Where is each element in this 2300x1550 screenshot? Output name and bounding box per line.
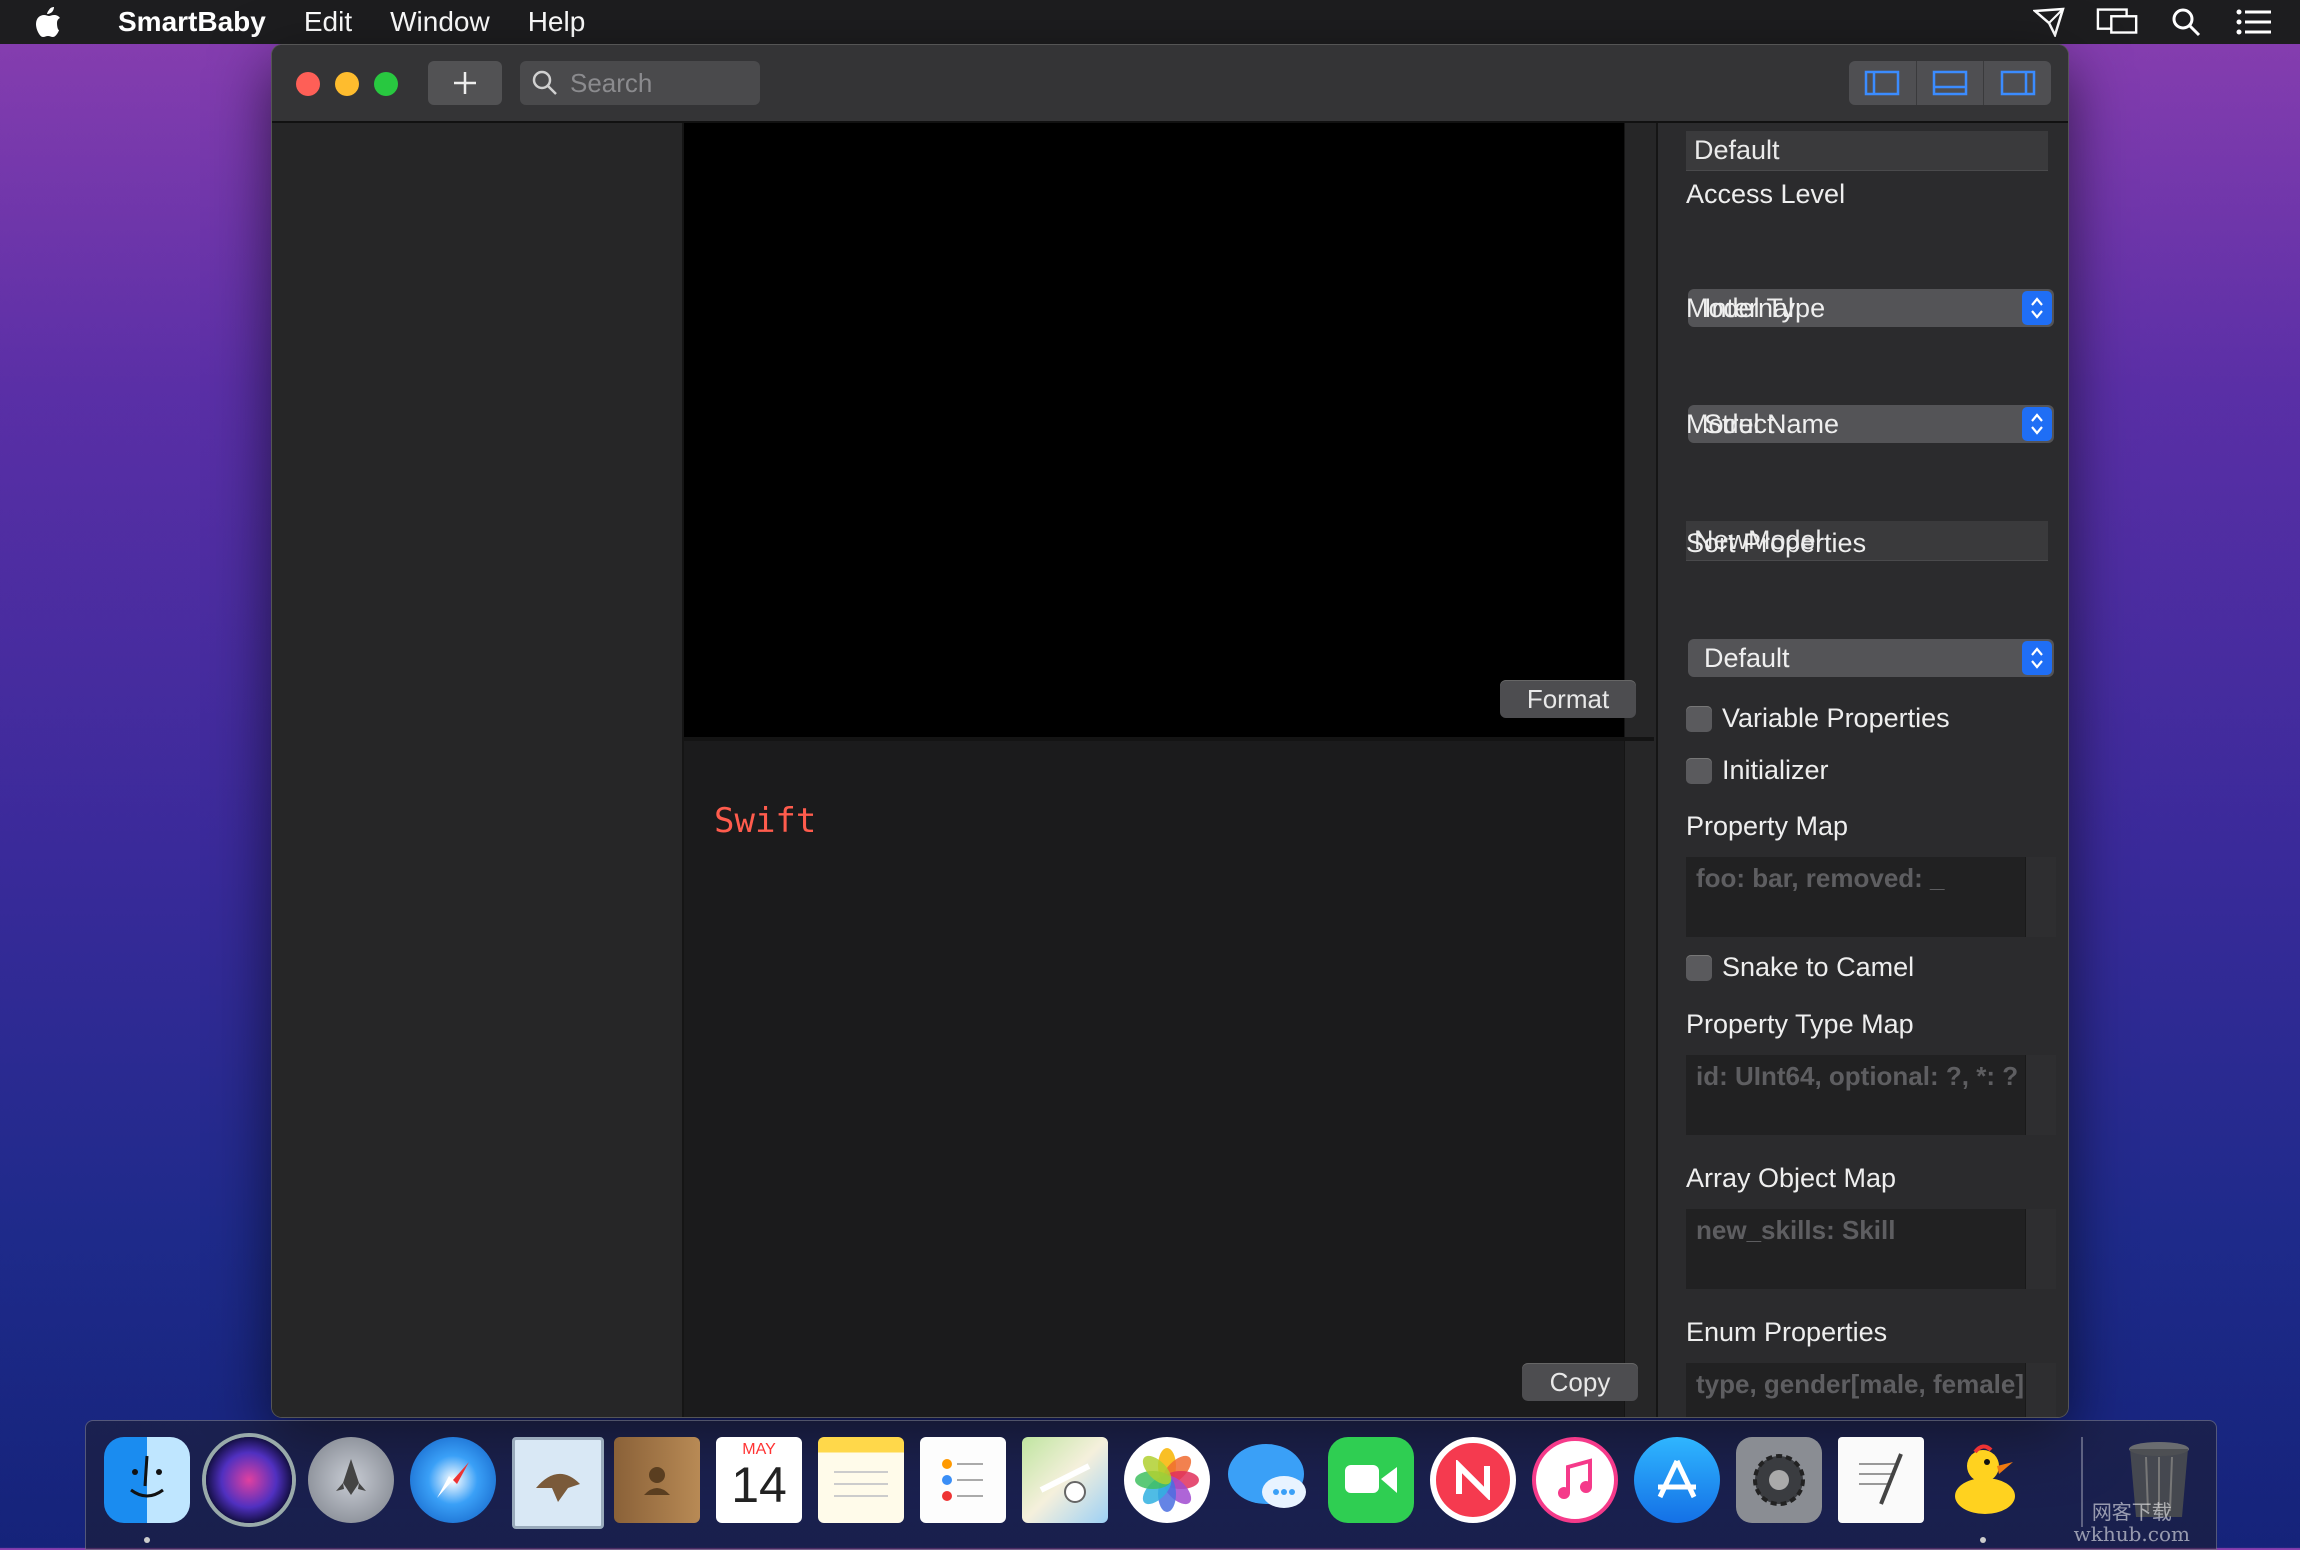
textarea-scrollbar[interactable] (2025, 1055, 2056, 1135)
finder-icon[interactable] (104, 1437, 190, 1523)
search-icon (532, 70, 557, 95)
toggle-left-panel-button[interactable] (1849, 61, 1917, 105)
toggle-right-panel-button[interactable] (1984, 61, 2051, 105)
siri-icon[interactable] (206, 1437, 292, 1523)
notes-icon[interactable] (818, 1437, 904, 1523)
property-map-placeholder: foo: bar, removed: _ (1696, 863, 1945, 893)
textarea-scrollbar[interactable] (2025, 1363, 2056, 1417)
textarea-scrollbar[interactable] (2025, 1209, 2056, 1289)
variable-properties-label: Variable Properties (1722, 703, 1950, 733)
input-editor-scrollbar[interactable] (1624, 123, 1655, 737)
property-type-map-textarea[interactable]: id: UInt64, optional: ?, *: ? (1686, 1055, 2056, 1135)
mail-icon[interactable] (512, 1437, 604, 1529)
itunes-icon[interactable] (1532, 1437, 1618, 1523)
swift-output-editor[interactable]: Swift (684, 741, 1624, 1417)
menu-app-name[interactable]: SmartBaby (118, 6, 266, 38)
spotlight-search-icon[interactable] (2164, 0, 2208, 44)
search-input[interactable] (568, 66, 752, 100)
menu-help[interactable]: Help (528, 6, 586, 38)
running-indicator (144, 1537, 150, 1543)
access-level-label: Access Level (1686, 179, 1846, 209)
sidebar (272, 123, 684, 1417)
toggle-bottom-panel-button[interactable] (1917, 61, 1985, 105)
panel-toggle-group (1849, 61, 2051, 105)
plus-icon (454, 72, 476, 94)
left-sidebar-icon (1865, 70, 1900, 96)
array-object-map-textarea[interactable]: new_skills: Skill (1686, 1209, 2056, 1289)
property-map-textarea[interactable]: foo: bar, removed: _ (1686, 857, 2056, 937)
property-map-label: Property Map (1686, 811, 1849, 841)
initializer-checkbox[interactable]: Initializer (1686, 755, 1829, 786)
cyberduck-icon[interactable] (1940, 1437, 2026, 1523)
app-window: Format Swift Copy Default Access Level I… (272, 45, 2068, 1417)
up-down-chevron-icon (2022, 641, 2052, 675)
calendar-icon[interactable]: MAY 14 (716, 1437, 802, 1523)
default-field[interactable]: Default (1686, 131, 2048, 171)
output-editor-scrollbar[interactable] (1624, 741, 1655, 1417)
facetime-icon[interactable] (1328, 1437, 1414, 1523)
model-name-label: Model Name (1686, 409, 1840, 439)
watermark-line-1: 网客下载 (2091, 1500, 2172, 1524)
enum-properties-label: Enum Properties (1686, 1317, 1888, 1347)
enum-properties-placeholder: type, gender[male, female] (1696, 1369, 2024, 1399)
json-input-editor[interactable] (684, 123, 1624, 737)
checkbox-box[interactable] (1686, 954, 1712, 981)
launchpad-icon[interactable] (308, 1437, 394, 1523)
reminders-icon[interactable] (920, 1437, 1006, 1523)
watermark: 网客下载 wkhub.com (2074, 1501, 2190, 1545)
sort-properties-label: Sort Properties (1686, 528, 1867, 558)
checkbox-box[interactable] (1686, 705, 1712, 732)
sort-properties-value: Default (1704, 642, 1790, 673)
up-down-chevron-icon (2022, 407, 2052, 441)
search-field[interactable] (520, 61, 760, 105)
variable-properties-checkbox[interactable]: Variable Properties (1686, 703, 1950, 734)
checkbox-box[interactable] (1686, 757, 1712, 784)
airdrop-status-icon[interactable] (2028, 0, 2072, 44)
initializer-label: Initializer (1722, 755, 1829, 785)
menu-edit[interactable]: Edit (304, 6, 352, 38)
sort-properties-select[interactable]: Default (1688, 639, 2054, 677)
snake-to-camel-label: Snake to Camel (1722, 952, 1915, 982)
add-button[interactable] (428, 61, 502, 105)
property-type-map-label: Property Type Map (1686, 1009, 1914, 1039)
app-store-icon[interactable] (1634, 1437, 1720, 1523)
textedit-icon[interactable] (1838, 1437, 1924, 1523)
messages-icon[interactable] (1226, 1437, 1312, 1523)
photos-icon[interactable] (1124, 1437, 1210, 1523)
dock: MAY 14 网客下载 wkhub.com (85, 1420, 2217, 1550)
zoom-window-button[interactable] (374, 72, 398, 96)
calendar-day: 14 (731, 1457, 787, 1513)
maps-icon[interactable] (1022, 1437, 1108, 1523)
textarea-scrollbar[interactable] (2025, 857, 2056, 937)
snake-to-camel-checkbox[interactable]: Snake to Camel (1686, 952, 1914, 983)
menu-window[interactable]: Window (390, 6, 490, 38)
bottom-panel-icon (1932, 70, 1968, 96)
enum-properties-textarea[interactable]: type, gender[male, female] (1686, 1363, 2056, 1417)
safari-icon[interactable] (410, 1437, 496, 1523)
running-indicator (1980, 1537, 1986, 1543)
inspector-panel: Default Access Level Internal Model Type… (1656, 123, 2068, 1417)
news-icon[interactable] (1430, 1437, 1516, 1523)
right-sidebar-icon (2000, 70, 2035, 96)
model-type-label: Model Type (1686, 293, 1826, 323)
notification-center-icon[interactable] (2232, 0, 2276, 44)
contacts-icon[interactable] (614, 1437, 700, 1523)
output-language-label: Swift (714, 801, 817, 841)
array-object-map-label: Array Object Map (1686, 1163, 1897, 1193)
close-window-button[interactable] (296, 72, 320, 96)
watermark-line-2: wkhub.com (2073, 1522, 2190, 1546)
display-mirroring-icon[interactable] (2096, 0, 2140, 44)
minimize-window-button[interactable] (335, 72, 359, 96)
system-preferences-icon[interactable] (1736, 1437, 1822, 1523)
menu-bar: SmartBaby Edit Window Help (0, 0, 2300, 44)
apple-icon[interactable] (34, 0, 78, 44)
format-button[interactable]: Format (1500, 680, 1636, 718)
array-object-map-placeholder: new_skills: Skill (1696, 1215, 1896, 1245)
property-type-map-placeholder: id: UInt64, optional: ?, *: ? (1696, 1061, 2019, 1091)
copy-button[interactable]: Copy (1522, 1363, 1638, 1401)
title-bar[interactable] (272, 45, 2068, 123)
up-down-chevron-icon (2022, 291, 2052, 325)
